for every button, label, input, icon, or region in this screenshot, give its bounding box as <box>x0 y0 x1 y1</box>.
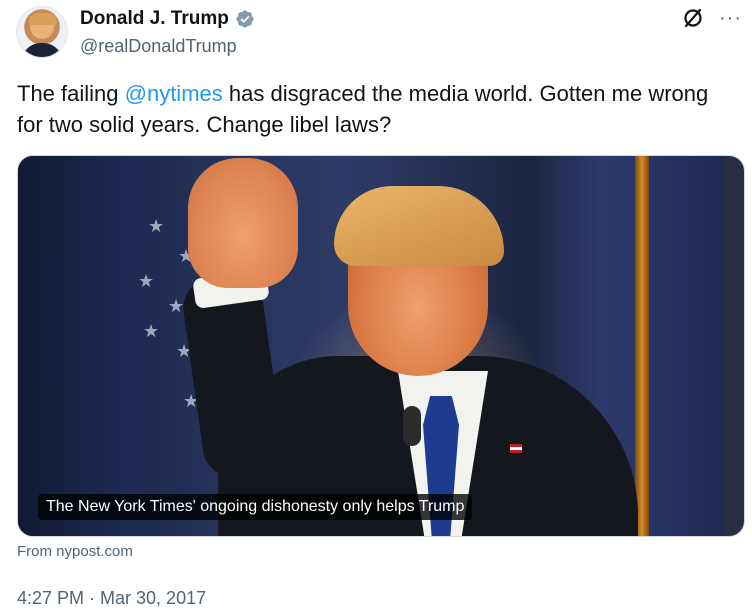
figure-hand <box>188 158 298 288</box>
verified-badge-icon <box>236 10 254 28</box>
avatar[interactable] <box>16 6 68 58</box>
microphone <box>403 406 421 446</box>
tweet-text-start: The failing <box>17 81 125 106</box>
author-name-row: Donald J. Trump <box>80 8 255 30</box>
figure-hair <box>334 186 504 266</box>
flag-pin <box>510 444 522 453</box>
star-icon: ★ <box>138 271 155 291</box>
star-icon: ★ <box>148 216 165 236</box>
card-source[interactable]: From nypost.com <box>17 543 133 560</box>
author-name[interactable]: Donald J. Trump <box>80 8 229 30</box>
tweet-timestamp[interactable]: 4:27 PM · Mar 30, 2017 <box>17 588 206 609</box>
more-options-icon[interactable]: ··· <box>719 8 742 28</box>
mention-link[interactable]: @nytimes <box>125 81 223 106</box>
grok-icon[interactable] <box>681 6 705 30</box>
author-handle[interactable]: @realDonaldTrump <box>80 36 237 57</box>
star-icon: ★ <box>168 296 185 316</box>
star-icon: ★ <box>143 321 160 341</box>
card-caption[interactable]: The New York Times' ongoing dishonesty o… <box>38 494 473 520</box>
header-actions: ··· <box>681 6 742 30</box>
avatar-hair <box>29 13 57 25</box>
tweet-text: The failing @nytimes has disgraced the m… <box>17 78 737 140</box>
flag-pole <box>635 156 649 536</box>
avatar-suit <box>21 43 63 57</box>
flag-background <box>18 156 198 536</box>
link-card-image[interactable]: ★ ★ ★ ★ ★ ★ ★ ★ ★ The New York Times' on… <box>17 155 745 537</box>
